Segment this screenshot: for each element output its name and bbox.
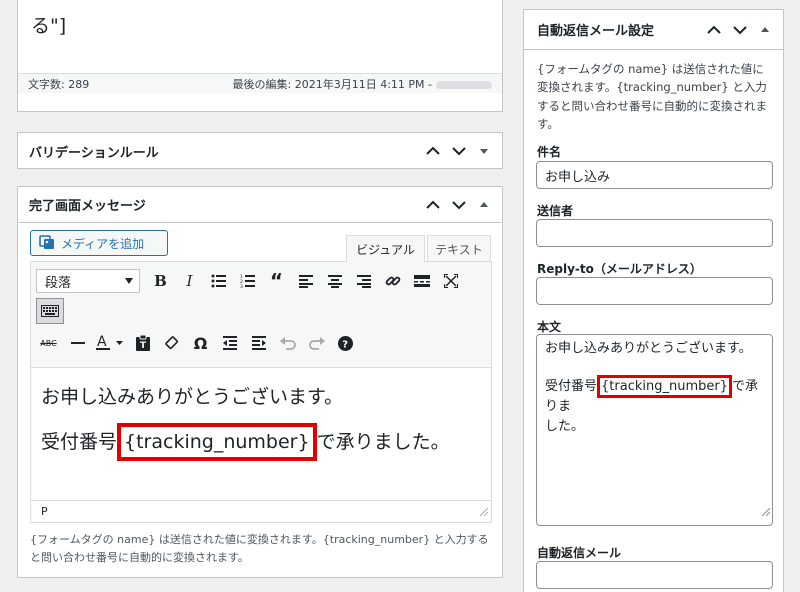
text-color-icon[interactable]: A: [92, 330, 128, 356]
validation-panel-header[interactable]: バリデーションルール: [18, 133, 502, 169]
tab-text-label: テキスト: [435, 242, 483, 257]
body-label: 本文: [537, 320, 562, 334]
reply-to-label: Reply-to（メールアドレス）: [537, 262, 702, 276]
toggle-panel-icon[interactable]: [755, 19, 775, 41]
autoreply-email-input[interactable]: [536, 561, 773, 589]
add-media-label: メディアを追加: [61, 236, 145, 251]
paste-text-icon[interactable]: T: [128, 330, 157, 356]
completion-description: {フォームタグの name} は送信された値に変換されます。{tracking_…: [30, 533, 489, 564]
word-count: 文字数: 289: [28, 77, 90, 91]
body-line-3: した。: [545, 419, 585, 435]
autoreply-panel-title: 自動返信メール設定: [537, 24, 655, 39]
media-icon: [39, 234, 55, 253]
autoreply-panel-header[interactable]: 自動返信メール設定: [524, 10, 783, 50]
message-prefix: 受付番号: [41, 430, 118, 453]
sender-label: 送信者: [537, 204, 574, 218]
svg-text:T: T: [140, 341, 147, 351]
element-path: P: [41, 505, 48, 518]
reply-to-input[interactable]: [536, 277, 773, 305]
redacted-username: [436, 80, 492, 89]
italic-icon[interactable]: I: [175, 268, 204, 294]
subject-label: 件名: [537, 145, 562, 159]
editor-text: る"]: [31, 15, 67, 37]
message-line-2: 受付番号 {tracking_number} で承りました。: [41, 422, 481, 461]
link-icon[interactable]: [378, 268, 407, 294]
autoreply-email-label: 自動返信メール: [537, 546, 622, 560]
blockquote-icon[interactable]: “: [262, 268, 291, 294]
tab-visual-label: ビジュアル: [356, 242, 415, 257]
tracking-number-tag: {tracking_number}: [597, 375, 732, 399]
resize-handle-icon[interactable]: [761, 503, 771, 523]
add-media-button[interactable]: メディアを追加: [30, 230, 168, 256]
align-right-icon[interactable]: [349, 268, 378, 294]
bold-icon[interactable]: B: [146, 268, 175, 294]
toggle-panel-icon[interactable]: [474, 140, 494, 162]
body-textarea[interactable]: お申し込みありがとうございます。 受付番号 {tracking_number} で承…: [536, 334, 773, 526]
body-line-1: お申し込みありがとうございます。: [545, 341, 752, 356]
rich-text-editor: 段落 B I 123 “ ABC A T Ω ? お申し込みありがとうございます…: [30, 261, 492, 523]
svg-text:3: 3: [240, 284, 243, 288]
move-down-icon[interactable]: [729, 19, 751, 41]
move-down-icon[interactable]: [448, 140, 470, 162]
toolbar-toggle-icon[interactable]: [36, 298, 64, 324]
format-select[interactable]: 段落: [36, 269, 140, 293]
move-up-icon[interactable]: [422, 140, 444, 162]
editor-content[interactable]: る"]: [18, 0, 502, 74]
tracking-number-tag: {tracking_number}: [117, 422, 317, 461]
message-line-1: お申し込みありがとうございます。: [41, 386, 344, 408]
bulleted-list-icon[interactable]: [204, 268, 233, 294]
subject-input[interactable]: お申し込み: [536, 161, 773, 189]
help-icon[interactable]: ?: [331, 330, 360, 356]
completion-message-panel: 完了画面メッセージ メディアを追加 ビジュアル テキスト 段落 B I 123: [17, 186, 503, 578]
body-prefix: 受付番号: [545, 379, 598, 395]
read-more-icon[interactable]: [407, 268, 436, 294]
last-edit-info: 最後の編集: 2021年3月11日 4:11 PM -: [233, 76, 492, 92]
horizontal-rule-icon[interactable]: [63, 330, 92, 356]
move-up-icon[interactable]: [422, 194, 444, 216]
numbered-list-icon[interactable]: 123: [233, 268, 262, 294]
completion-panel-header[interactable]: 完了画面メッセージ: [18, 187, 502, 223]
editor-status-bar: 文字数: 289 最後の編集: 2021年3月11日 4:11 PM -: [18, 73, 502, 93]
clear-formatting-icon[interactable]: [157, 330, 186, 356]
move-up-icon[interactable]: [703, 19, 725, 41]
autoreply-description: {フォームタグの name} は送信された値に変換されます。{tracking_…: [537, 62, 767, 132]
chevron-down-icon: [125, 278, 133, 284]
undo-icon[interactable]: [273, 330, 302, 356]
move-down-icon[interactable]: [448, 194, 470, 216]
redo-icon[interactable]: [302, 330, 331, 356]
tab-visual[interactable]: ビジュアル: [346, 235, 425, 262]
svg-text:A: A: [97, 334, 107, 350]
top-editor-panel: る"] 文字数: 289 最後の編集: 2021年3月11日 4:11 PM -: [17, 0, 503, 112]
format-select-value: 段落: [45, 275, 72, 291]
editor-body[interactable]: お申し込みありがとうございます。 受付番号 {tracking_number} で承…: [31, 368, 491, 500]
validation-panel-title: バリデーションルール: [29, 145, 159, 161]
editor-path-bar: P: [31, 500, 491, 522]
resize-handle-icon[interactable]: [479, 506, 489, 519]
svg-text:?: ?: [342, 339, 348, 350]
message-suffix: で承りました。: [316, 430, 450, 453]
toggle-panel-icon[interactable]: [474, 194, 494, 216]
align-left-icon[interactable]: [291, 268, 320, 294]
special-character-icon[interactable]: Ω: [186, 330, 215, 356]
validation-panel: バリデーションルール: [17, 132, 503, 169]
editor-toolbar: 段落 B I 123 “ ABC A T Ω ?: [31, 262, 491, 368]
autoreply-panel: 自動返信メール設定 {フォームタグの name} は送信された値に変換されます。…: [523, 9, 784, 592]
body-line-2: 受付番号 {tracking_number} で承りま: [545, 375, 764, 417]
strikethrough-icon[interactable]: ABC: [34, 330, 63, 356]
indent-icon[interactable]: [244, 330, 273, 356]
fullscreen-icon[interactable]: [436, 268, 465, 294]
tab-text[interactable]: テキスト: [427, 235, 491, 262]
align-center-icon[interactable]: [320, 268, 349, 294]
completion-panel-title: 完了画面メッセージ: [29, 199, 146, 214]
last-edit-text: 最後の編集: 2021年3月11日 4:11 PM -: [232, 77, 432, 91]
outdent-icon[interactable]: [215, 330, 244, 356]
sender-input[interactable]: [536, 219, 773, 247]
